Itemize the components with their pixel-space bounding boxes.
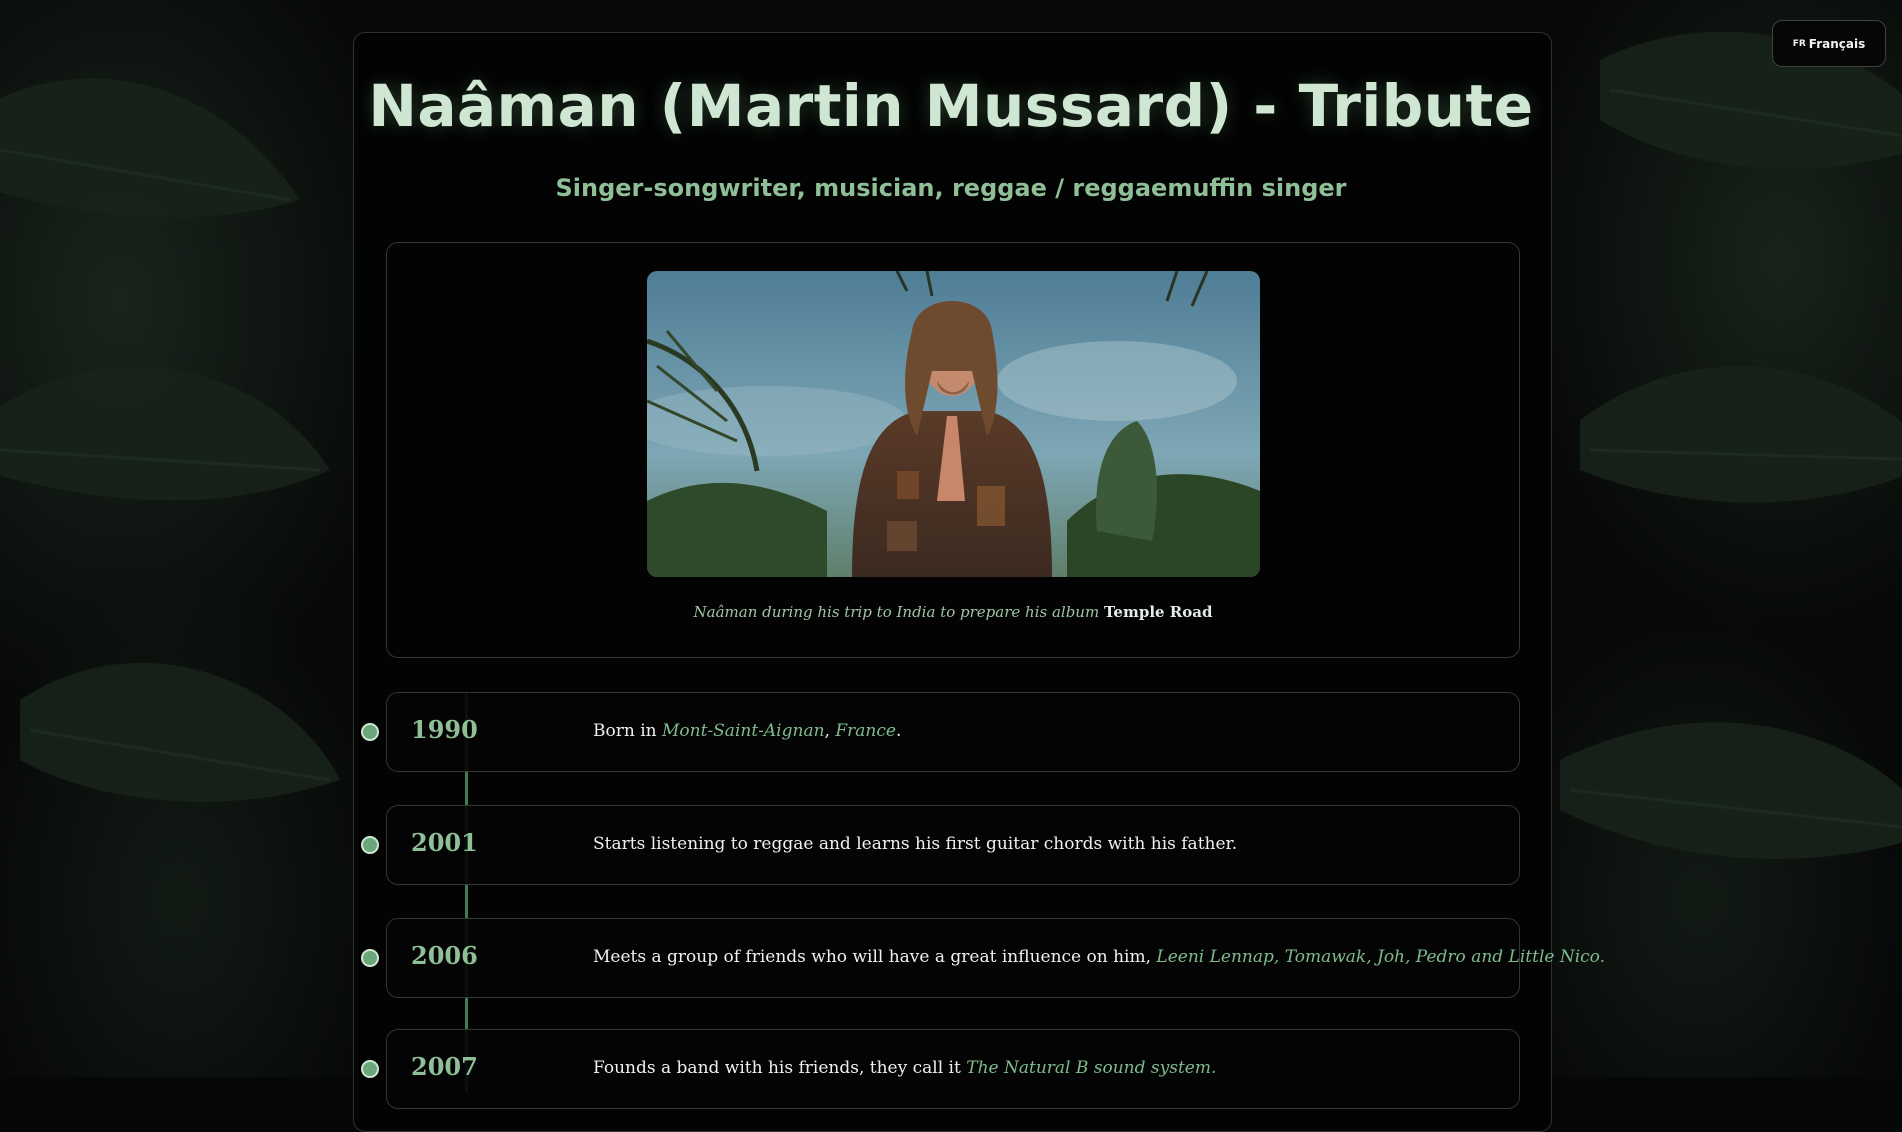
country-link[interactable]: France [835, 721, 896, 741]
page-title: Naâman (Martin Mussard) - Tribute [368, 72, 1534, 140]
timeline-item: 2006 Meets a group of friends who will h… [386, 918, 1605, 998]
timeline-text-part: Born in [593, 721, 662, 741]
timeline-text: Starts listening to reggae and learns hi… [593, 834, 1238, 854]
timeline-dot-icon [361, 836, 379, 854]
page-subtitle: Singer-songwriter, musician, reggae / re… [555, 174, 1347, 202]
timeline-text: Meets a group of friends who will have a… [593, 947, 1605, 967]
timeline-dot-icon [361, 723, 379, 741]
birthplace-link[interactable]: Mont-Saint-Aignan [662, 721, 825, 741]
timeline-item: 2007 Founds a band with his friends, the… [386, 1029, 1520, 1109]
language-label: Français [1808, 36, 1866, 51]
timeline-item: 1990 Born in Mont-Saint-Aignan, France. [386, 692, 1520, 772]
language-switch-button[interactable]: FR Français [1772, 20, 1886, 67]
artist-photo [647, 271, 1260, 577]
photo-caption: Naâman during his trip to India to prepa… [387, 603, 1519, 621]
timeline-year: 1990 [411, 715, 478, 744]
french-flag-icon: FR [1792, 38, 1806, 49]
band-name: The Natural B sound system. [966, 1058, 1217, 1078]
timeline-text: Founds a band with his friends, they cal… [593, 1058, 1216, 1078]
caption-text: Naâman during his trip to India to prepa… [693, 603, 1100, 621]
timeline-item: 2001 Starts listening to reggae and lear… [386, 805, 1520, 885]
timeline-period: . [895, 721, 902, 741]
timeline-text: Born in Mont-Saint-Aignan, France. [593, 721, 901, 741]
timeline-text-part: Meets a group of friends who will have a… [593, 947, 1157, 967]
timeline-year: 2001 [411, 828, 478, 857]
photo-card: Naâman during his trip to India to prepa… [386, 242, 1520, 658]
timeline-year: 2006 [411, 941, 478, 970]
caption-album: Temple Road [1103, 603, 1213, 621]
timeline-dot-icon [361, 949, 379, 967]
timeline-separator: , [824, 721, 836, 741]
timeline-dot-icon [361, 1060, 379, 1078]
timeline-text-part: Founds a band with his friends, they cal… [593, 1058, 967, 1078]
friends-names: Leeni Lennap, Tomawak, Joh, Pedro and Li… [1156, 947, 1606, 967]
